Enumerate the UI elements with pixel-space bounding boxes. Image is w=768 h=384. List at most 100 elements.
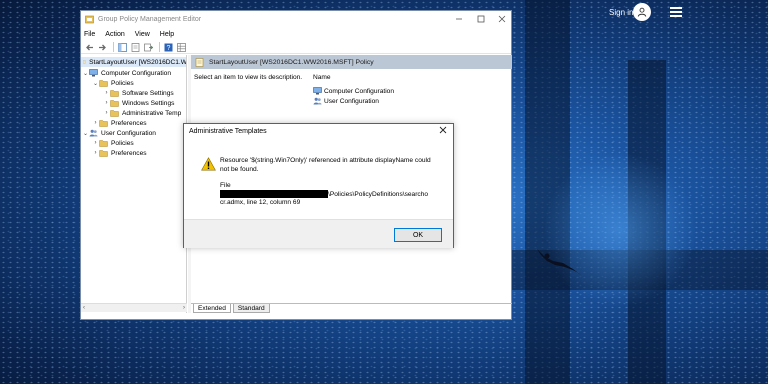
tree-item-label: Administrative Temp xyxy=(122,109,182,117)
properties-icon xyxy=(131,42,139,52)
list-item-user-configuration[interactable]: User Configuration xyxy=(313,96,379,106)
forward-button[interactable] xyxy=(97,42,107,52)
column-header-name[interactable]: Name xyxy=(313,74,331,81)
policy-scroll-icon xyxy=(195,57,204,67)
export-list-icon xyxy=(143,43,153,51)
redacted-path xyxy=(220,190,328,198)
chevron-right-icon[interactable]: › xyxy=(103,110,110,116)
grid-view-icon xyxy=(176,42,186,52)
console-tree: StartLayoutUser [WS2016DC1.W ⌄ Computer … xyxy=(81,55,187,313)
tree-item-label: Computer Configuration xyxy=(101,69,172,77)
users-icon xyxy=(89,129,98,137)
list-item-label: User Configuration xyxy=(324,97,379,105)
properties-button[interactable] xyxy=(130,42,140,52)
dialog-close-button[interactable] xyxy=(439,126,447,136)
tree-item-computer-configuration[interactable]: ⌄ Computer Configuration xyxy=(82,68,171,78)
close-button[interactable] xyxy=(491,11,513,27)
chevron-right-icon[interactable]: › xyxy=(92,140,99,146)
chevron-down-icon[interactable]: ⌄ xyxy=(82,130,89,137)
minimize-button[interactable] xyxy=(448,11,470,27)
folder-icon xyxy=(110,100,119,107)
dialog-file-label: File xyxy=(220,182,231,189)
folder-icon xyxy=(110,110,119,117)
sign-in-link[interactable]: Sign in xyxy=(609,8,633,18)
ok-button[interactable]: OK xyxy=(394,228,442,242)
computer-icon xyxy=(89,69,98,77)
avatar[interactable] xyxy=(633,3,651,21)
menu-icon[interactable] xyxy=(670,7,682,17)
maximize-icon xyxy=(477,15,485,23)
chevron-down-icon[interactable]: ⌄ xyxy=(82,70,89,77)
export-button[interactable] xyxy=(143,42,153,52)
tree-item-user-configuration[interactable]: ⌄ User Configuration xyxy=(82,128,156,138)
tree-item-policies[interactable]: ⌄ Policies xyxy=(92,78,134,88)
diver-silhouette xyxy=(537,249,581,275)
chevron-down-icon[interactable]: ⌄ xyxy=(92,80,99,87)
dialog-file-path: \Policies\PolicyDefinitions\searcho xyxy=(220,190,428,198)
console-tree-icon xyxy=(117,42,127,52)
menu-help[interactable]: Help xyxy=(160,31,174,38)
dialog-footer: OK xyxy=(184,219,453,248)
error-dialog: Administrative Templates Resource '$(str… xyxy=(183,123,454,248)
help-icon: ? xyxy=(164,43,172,52)
folder-icon xyxy=(99,140,108,147)
tab-standard[interactable]: Standard xyxy=(232,304,270,313)
toolbar: ? xyxy=(81,41,511,54)
list-item-computer-configuration[interactable]: Computer Configuration xyxy=(313,86,394,96)
tree-item-windows-settings[interactable]: › Windows Settings xyxy=(103,98,174,108)
tree-item-label: Software Settings xyxy=(122,89,174,97)
help-button[interactable]: ? xyxy=(163,42,173,52)
dialog-title: Administrative Templates xyxy=(189,128,267,135)
menu-view[interactable]: View xyxy=(135,31,150,38)
background-glow xyxy=(545,150,695,310)
view-tabs: Extended Standard xyxy=(191,303,512,313)
forward-arrow-icon xyxy=(98,44,106,50)
show-tree-button[interactable] xyxy=(117,42,127,52)
toolbar-separator xyxy=(113,42,114,52)
tree-item-user-policies[interactable]: › Policies xyxy=(92,138,134,148)
tree-root[interactable]: StartLayoutUser [WS2016DC1.W xyxy=(81,57,187,67)
details-header-title: StartLayoutUser [WS2016DC1.WW2016.MSFT] … xyxy=(209,58,374,66)
tree-item-label: Preferences xyxy=(111,149,147,157)
back-button[interactable] xyxy=(84,42,94,52)
dialog-file-path-tail: \Policies\PolicyDefinitions\searcho xyxy=(328,190,429,198)
tree-item-label: Policies xyxy=(111,79,134,87)
folder-icon xyxy=(110,90,119,97)
svg-text:?: ? xyxy=(166,45,170,52)
tree-root-label: StartLayoutUser [WS2016DC1.W xyxy=(89,58,187,66)
user-icon xyxy=(637,7,647,17)
details-header: StartLayoutUser [WS2016DC1.WW2016.MSFT] … xyxy=(191,55,512,69)
menu-action[interactable]: Action xyxy=(105,31,124,38)
chevron-right-icon[interactable]: › xyxy=(92,150,99,156)
app-icon xyxy=(85,15,94,23)
tab-extended[interactable]: Extended xyxy=(193,304,231,313)
horizontal-scrollbar[interactable]: ‹ › xyxy=(81,303,187,312)
chevron-right-icon[interactable]: › xyxy=(103,100,110,106)
scroll-right-icon[interactable]: › xyxy=(183,305,185,311)
dialog-file-location: cr.admx, line 12, column 69 xyxy=(220,199,301,206)
tree-item-user-preferences[interactable]: › Preferences xyxy=(92,148,147,158)
description-text: Select an item to view its description. xyxy=(194,74,303,81)
chevron-right-icon[interactable]: › xyxy=(103,90,110,96)
back-arrow-icon xyxy=(85,44,93,50)
folder-icon xyxy=(99,120,108,127)
close-icon xyxy=(498,15,506,23)
menu-bar: File Action View Help xyxy=(81,28,511,40)
close-icon xyxy=(439,126,447,134)
tree-item-label: Policies xyxy=(111,139,134,147)
list-item-label: Computer Configuration xyxy=(324,87,395,95)
title-bar: Group Policy Management Editor xyxy=(81,11,511,27)
window-title: Group Policy Management Editor xyxy=(98,15,202,23)
filter-button[interactable] xyxy=(176,42,186,52)
menu-file[interactable]: File xyxy=(84,31,95,38)
tree-item-preferences[interactable]: › Preferences xyxy=(92,118,147,128)
dialog-message: Resource '$(string.Win7Only)' referenced… xyxy=(220,157,431,173)
folder-icon xyxy=(99,150,108,157)
scroll-left-icon[interactable]: ‹ xyxy=(83,305,85,311)
maximize-button[interactable] xyxy=(470,11,492,27)
users-icon xyxy=(313,97,322,105)
chevron-right-icon[interactable]: › xyxy=(92,120,99,126)
warning-icon xyxy=(201,157,216,171)
tree-item-administrative-templates[interactable]: › Administrative Temp xyxy=(103,108,181,118)
tree-item-software-settings[interactable]: › Software Settings xyxy=(103,88,174,98)
